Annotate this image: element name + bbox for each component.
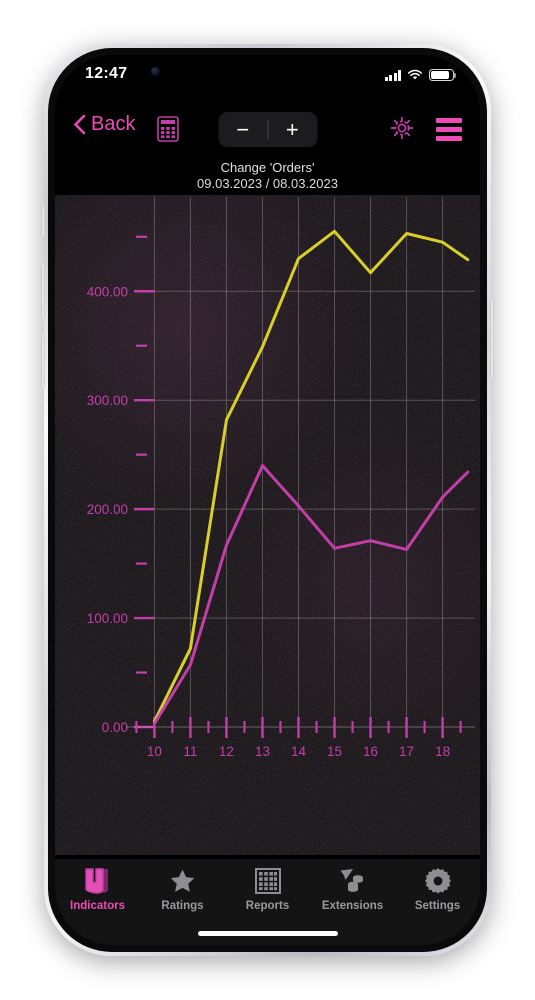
chart-series-line <box>152 464 470 726</box>
tab-label: Extensions <box>321 900 384 912</box>
list-bar <box>436 127 462 132</box>
x-axis-label: 10 <box>147 744 162 759</box>
signal-bars-icon <box>384 69 401 81</box>
tab-label: Indicators <box>70 900 125 912</box>
x-axis-label: 12 <box>219 744 234 759</box>
y-axis-label: 200.00 <box>87 502 128 517</box>
x-axis-label: 11 <box>183 744 197 759</box>
tab-label: Settings <box>414 900 461 912</box>
chart-title: Change 'Orders' <box>220 160 315 175</box>
nav-bar: Back − + <box>55 107 480 155</box>
tab-indicators[interactable]: Indicators <box>55 859 140 945</box>
x-axis-label: 15 <box>327 744 342 759</box>
y-axis-label: 400.00 <box>87 284 128 299</box>
silent-switch[interactable] <box>41 206 45 236</box>
wifi-icon <box>407 69 423 80</box>
indicators-icon <box>84 867 111 895</box>
tab-label: Reports <box>245 900 290 912</box>
chevron-left-icon <box>74 114 86 135</box>
coins-icon <box>339 867 367 895</box>
zoom-in-button[interactable]: + <box>268 117 318 143</box>
y-axis-label: 100.00 <box>87 611 128 626</box>
tab-label: Ratings <box>161 900 204 912</box>
x-axis-label: 13 <box>255 744 270 759</box>
battery-icon <box>429 69 457 81</box>
y-axis-label: 0.00 <box>102 720 128 735</box>
chart-svg: 0.00 100.00 200.00 300.00 400.00 10 11 12 13 14 15… <box>87 197 475 759</box>
star-icon <box>169 867 196 895</box>
chart-plot-area[interactable]: 0.00 100.00 200.00 300.00 400.00 10 11 12 13 14 15… <box>55 195 480 855</box>
tab-settings[interactable]: Settings <box>395 859 480 945</box>
back-button-label: Back <box>91 113 136 135</box>
calculator-icon[interactable] <box>157 116 179 142</box>
x-axis-label: 16 <box>363 744 378 759</box>
zoom-out-button[interactable]: − <box>218 117 268 143</box>
phone-screen: 12:47 Back − + Change 'Orders' 09.03.202… <box>55 55 480 945</box>
chart-subtitle: 09.03.2023 / 08.03.2023 <box>197 176 338 191</box>
x-axis-label: 17 <box>399 744 414 759</box>
power-button[interactable] <box>490 300 494 378</box>
chart-header: Change 'Orders' 09.03.2023 / 08.03.2023 <box>55 160 480 192</box>
gear-icon[interactable] <box>390 116 414 140</box>
segment-divider <box>267 120 269 139</box>
list-bar <box>436 118 462 123</box>
chart-series-line <box>152 229 470 724</box>
gear-icon <box>424 867 451 895</box>
x-axis-label: 14 <box>291 744 307 759</box>
list-bar <box>436 136 462 141</box>
screenshot-root: 12:47 Back − + Change 'Orders' 09.03.202… <box>0 0 535 1000</box>
zoom-segmented-control[interactable]: − + <box>218 112 317 147</box>
y-axis-label: 300.00 <box>87 393 128 408</box>
back-button[interactable]: Back <box>73 113 135 136</box>
x-axis-label: 18 <box>435 744 450 759</box>
list-icon[interactable] <box>436 118 462 141</box>
home-indicator[interactable] <box>197 931 338 936</box>
notch <box>189 55 346 88</box>
front-camera-icon <box>151 67 160 76</box>
volume-up-button[interactable] <box>41 264 45 318</box>
status-clock: 12:47 <box>85 65 128 82</box>
volume-down-button[interactable] <box>41 334 45 388</box>
status-indicators <box>384 69 457 81</box>
grid-icon <box>254 867 281 895</box>
